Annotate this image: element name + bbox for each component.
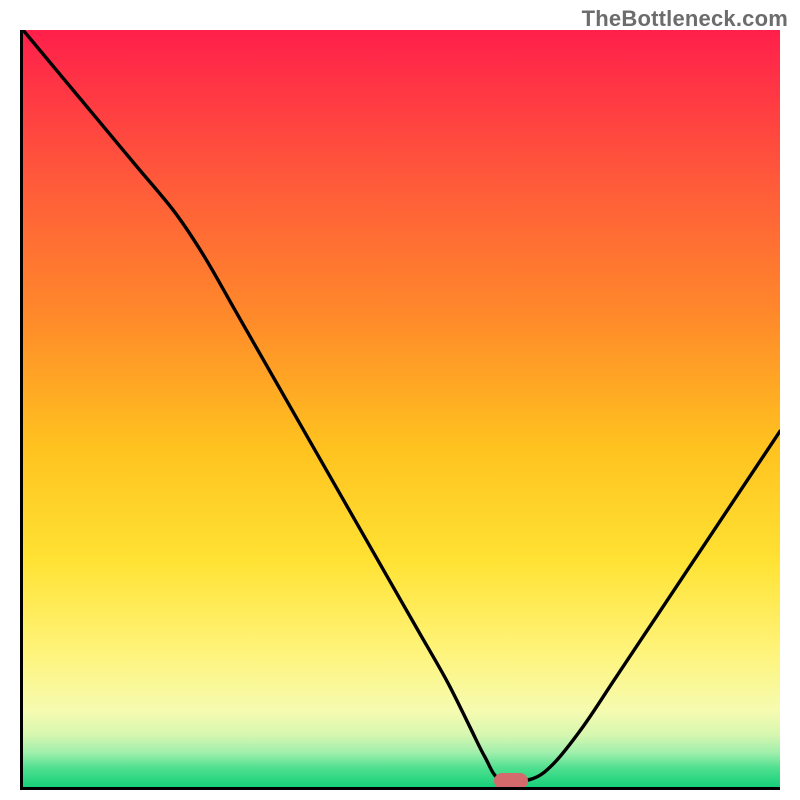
- chart-frame: TheBottleneck.com: [0, 0, 800, 800]
- watermark-text: TheBottleneck.com: [582, 6, 788, 32]
- background-gradient: [23, 30, 780, 787]
- optimal-marker: [494, 773, 528, 789]
- plot-area: [20, 30, 780, 790]
